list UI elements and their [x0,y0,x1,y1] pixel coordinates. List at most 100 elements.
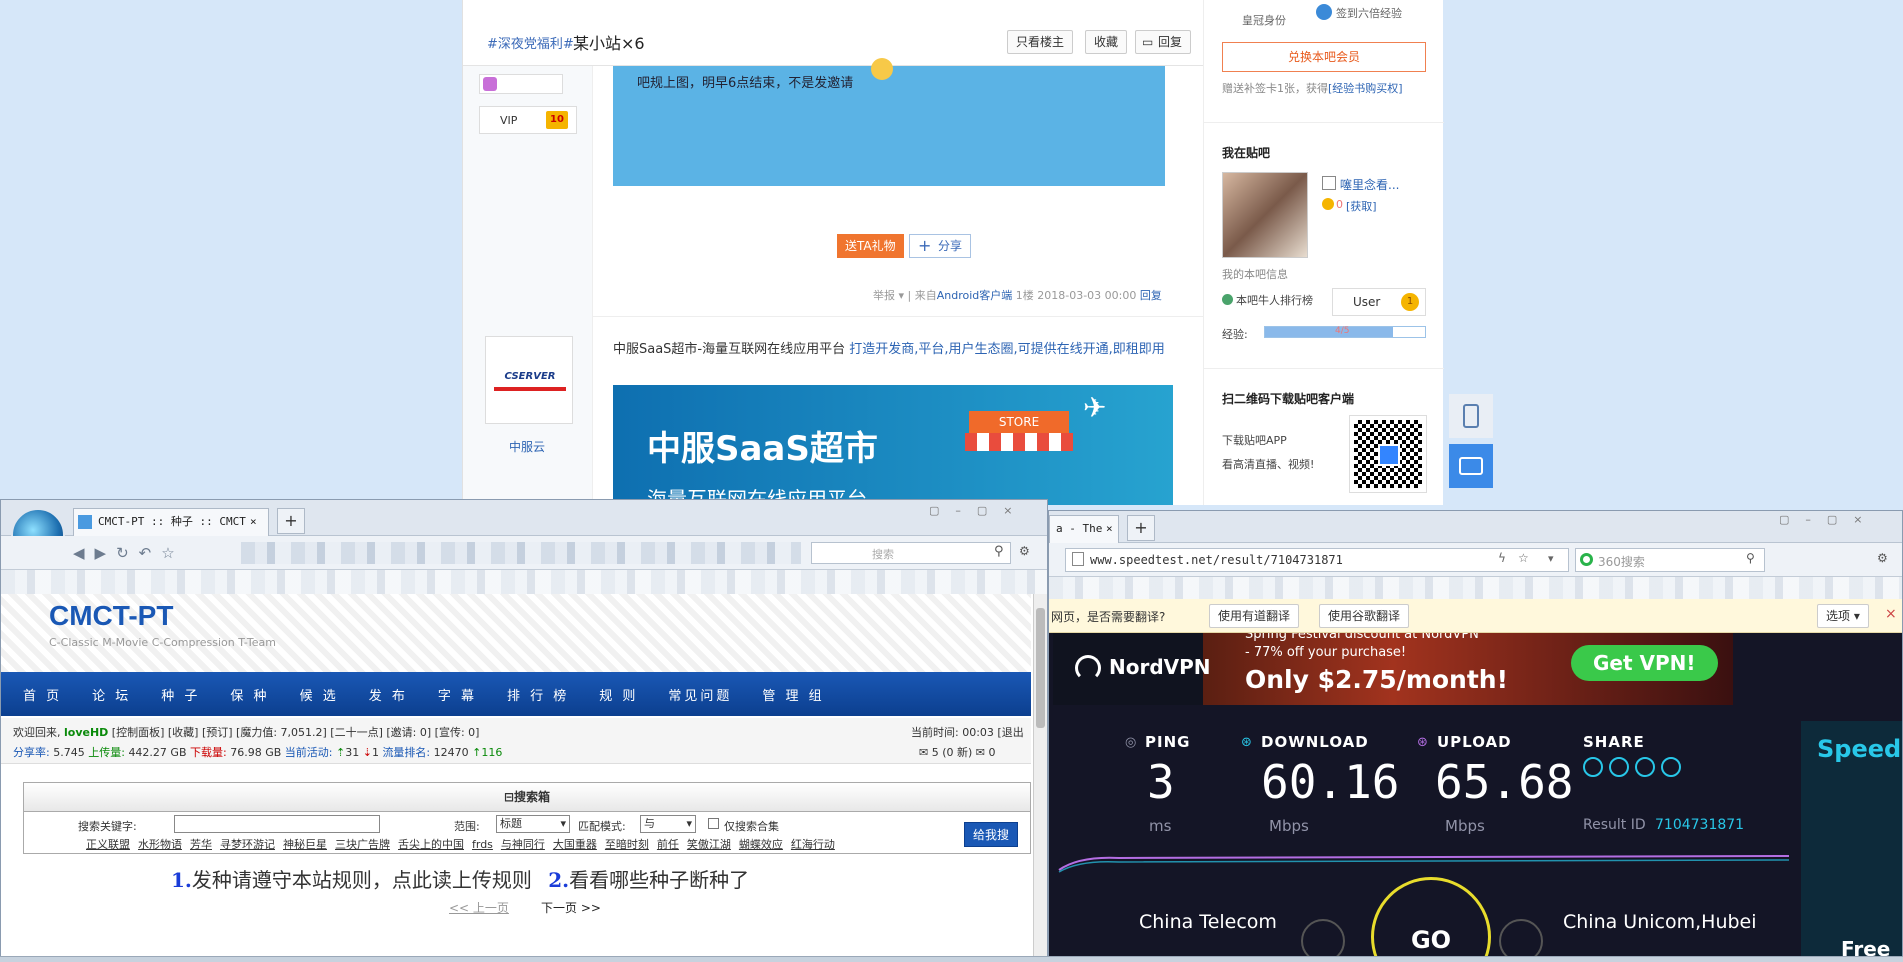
scope-select[interactable]: 标题 ▾ [496,815,570,833]
cmct-logo[interactable]: CMCT-PT [49,600,173,632]
st-window-controls[interactable]: ▢–▢× [1779,513,1899,526]
result-id-value[interactable]: 7104731871 [1655,817,1744,833]
hot-tag-link[interactable]: 舌尖上的中国 [398,838,464,851]
cmct-nav-item[interactable]: 种 子 [161,685,200,704]
hot-tag-link[interactable]: 寻梦环游记 [220,838,275,851]
get-vpn-button[interactable]: Get VPN! [1571,645,1718,681]
twitter-icon[interactable] [1609,757,1629,777]
username-link[interactable]: loveHD [64,726,108,739]
cmct-nav-item[interactable]: 候 选 [300,685,339,704]
hot-tag-link[interactable]: 神秘巨星 [283,838,327,851]
st-search-input[interactable]: 360搜索 ⚲ [1575,548,1765,572]
window-controls[interactable]: ▢–▢× [929,504,1039,522]
hot-tag-link[interactable]: 水形物语 [138,838,182,851]
next-page-link[interactable]: 下一页 >> [541,899,601,916]
st-address-bar[interactable]: www.speedtest.net/result/7104731871 ϟ ☆ … [1065,548,1569,572]
mode-select[interactable]: 与 ▾ [640,815,696,833]
cmct-tab[interactable]: CMCT-PT :: 种子 :: CMCT × [73,508,269,536]
username-link[interactable]: 噻里念看... [1340,176,1399,193]
cmct-address-bar-blurred[interactable] [241,542,801,564]
share-button[interactable]: + 分享 [909,234,972,258]
upload-notice[interactable]: 1.发种请遵守本站规则，点此读上传规则 2.看看哪些种子断种了 [171,864,749,893]
facebook-icon[interactable] [1635,757,1655,777]
cmct-nav-item[interactable]: 管 理 组 [762,685,824,704]
cmct-nav-item[interactable]: 保 种 [230,685,269,704]
hot-tag-link[interactable]: 芳华 [190,838,212,851]
reply-button[interactable]: ▭ 回复 [1135,30,1192,54]
st-tools-icon[interactable]: ⚙ [1877,551,1888,565]
favorite-button[interactable]: 收藏 [1085,30,1128,54]
side-ad[interactable]: Speed Free [1801,721,1902,961]
new-tab-button[interactable]: + [277,508,305,534]
st-tab[interactable]: a - The × [1049,515,1119,543]
rank-box[interactable]: User 1 [1332,288,1426,316]
star-icon[interactable]: ☆ [1518,551,1529,565]
hot-tag-link[interactable]: 正义联盟 [86,838,130,851]
cmct-tab-close-icon[interactable]: × [250,509,257,535]
hot-tag-link[interactable]: 至暗时刻 [605,838,649,851]
st-new-tab-button[interactable]: + [1127,515,1155,541]
client-link[interactable]: Android客户端 [937,289,1013,302]
ad-author-avatar[interactable]: CSERVER [485,336,573,424]
ad-banner[interactable]: 中服SaaS超市 海量互联网在线应用平台 STORE ✈ [613,385,1173,505]
messages[interactable]: ✉ 5 (0 新) ✉ 0 [919,744,996,760]
only-louzhu-button[interactable]: 只看楼主 [1007,30,1074,54]
google-translate-button[interactable]: 使用谷歌翻译 [1319,604,1410,628]
hot-tag-link[interactable]: 与神同行 [501,838,545,851]
youdao-translate-button[interactable]: 使用有道翻译 [1209,604,1300,628]
user-avatar[interactable] [1222,172,1308,258]
lightning-icon[interactable]: ϟ [1498,551,1506,565]
more-icon[interactable] [1661,757,1681,777]
floor-reply-link[interactable]: 回复 [1140,289,1162,302]
notice-2[interactable]: 看看哪些种子断种了 [569,868,749,892]
translate-close-icon[interactable]: × [1885,606,1897,622]
nav-arrows-icon[interactable]: ◀▶↻↶☆ [73,544,185,562]
vip-badge[interactable]: VIP 10 [479,106,577,134]
phone-app-icon[interactable] [1449,394,1493,438]
report-link[interactable]: 举报 [873,289,895,302]
st-search-icon[interactable]: ⚲ [1746,551,1755,565]
hot-tag-link[interactable]: 蝴蝶效应 [739,838,783,851]
post-tag[interactable]: #深夜党福利# [487,33,574,52]
tools-icon[interactable]: ⚙ [1019,544,1030,558]
dropdown-icon[interactable]: ▾ [1548,552,1554,565]
cmct-nav-item[interactable]: 规 则 [599,685,638,704]
hot-tag-link[interactable]: 三块广告牌 [335,838,390,851]
notice-1[interactable]: 发种请遵守本站规则，点此读上传规则 [192,868,532,892]
cmct-nav-item[interactable]: 首 页 [23,685,62,704]
search-submit-button[interactable]: 给我搜 [964,822,1019,847]
cmct-search-input[interactable]: 搜索 ⚲ [811,542,1011,564]
cmct-scrollbar[interactable] [1033,594,1047,961]
redeem-member-button[interactable]: 兑换本吧会员 [1222,42,1426,72]
link-icon[interactable] [1583,757,1603,777]
ad-author-name[interactable]: 中服云 [509,438,545,455]
collection-checkbox[interactable] [708,818,719,829]
card-link[interactable]: [经验书购买权] [1328,82,1403,95]
cmct-nav-item[interactable]: 常见问题 [668,685,732,704]
hot-tag-link[interactable]: 笑傲江湖 [687,838,731,851]
go-button[interactable]: GO [1371,877,1491,961]
chat-icon[interactable] [1449,444,1493,488]
prev-page-link[interactable]: << 上一页 [449,899,509,916]
st-url[interactable]: www.speedtest.net/result/7104731871 [1090,553,1343,567]
hot-tag-link[interactable]: frds [472,838,493,851]
server-name[interactable]: China Unicom,Hubei [1563,911,1757,933]
search-box-header[interactable]: ⊟搜索箱 [23,782,1031,812]
cmct-nav-item[interactable]: 排 行 榜 [507,685,569,704]
cmct-nav-item[interactable]: 字 幕 [438,685,477,704]
nordvpn-ad[interactable]: NordVPN Spring Festival discount at Nord… [1053,633,1733,705]
ad-text-link[interactable]: 打造开发商,平台,用户生态圈,可提供在线开通,即租即用 [849,342,1165,357]
send-gift-button[interactable]: 送TA礼物 [837,234,904,258]
cmct-nav-item[interactable]: 发 布 [369,685,408,704]
cmct-nav-item[interactable]: 论 坛 [92,685,131,704]
hot-tag-link[interactable]: 前任 [657,838,679,851]
tbean-get-link[interactable]: [获取] [1346,198,1377,214]
hot-tag-link[interactable]: 红海行动 [791,838,835,851]
st-tab-close-icon[interactable]: × [1106,516,1113,542]
translate-options-button[interactable]: 选项 ▾ [1817,604,1869,628]
search-icon[interactable]: ⚲ [994,544,1004,559]
keyword-input[interactable] [174,815,380,833]
rank-label[interactable]: 本吧牛人排行榜 [1222,292,1313,308]
cmct-scroll-thumb[interactable] [1036,608,1045,728]
hot-tag-link[interactable]: 大国重器 [553,838,597,851]
